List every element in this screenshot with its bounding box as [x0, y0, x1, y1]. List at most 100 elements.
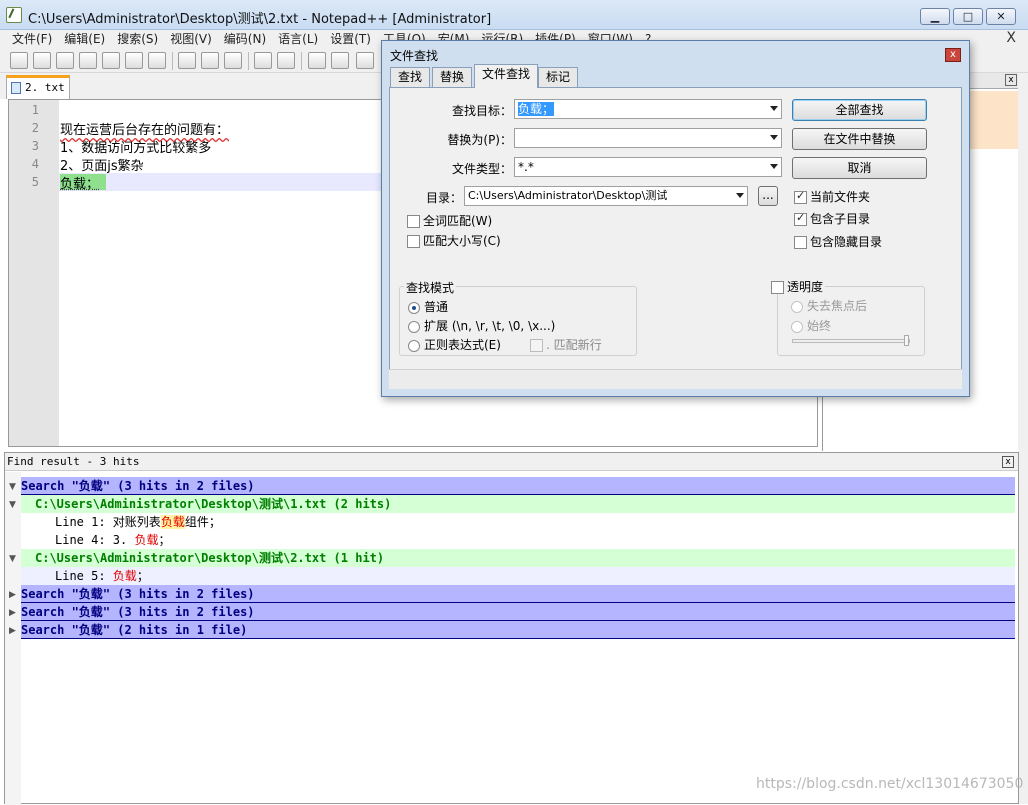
checkbox-unchecked-icon	[530, 339, 543, 352]
menu-close-icon[interactable]: X	[1006, 30, 1016, 46]
new-file-icon[interactable]	[10, 52, 28, 69]
save-icon[interactable]	[56, 52, 74, 69]
open-file-icon[interactable]	[33, 52, 51, 69]
hit-text: ；	[158, 533, 171, 547]
collapse-icon[interactable]: ▼	[9, 500, 16, 510]
find-all-button[interactable]: 全部查找	[792, 99, 927, 121]
hit-line[interactable]: Line 1: 对账列表负载组件；	[21, 513, 1015, 531]
search-result-header[interactable]: Search "负载" (3 hits in 2 files)	[21, 477, 1015, 495]
search-prefix: Search "	[21, 479, 79, 493]
hit-line[interactable]: Line 4: 3. 负载；	[21, 531, 1015, 549]
hit-term: 负载	[134, 533, 159, 547]
close-icon[interactable]: x	[1005, 74, 1017, 86]
tab-find[interactable]: 查找	[390, 67, 431, 87]
hidden-folders-checkbox[interactable]: 包含隐藏目录	[794, 235, 882, 249]
directory-combobox[interactable]: C:\Users\Administrator\Desktop\测试	[464, 186, 748, 206]
maximize-button[interactable]: □	[953, 8, 983, 25]
menu-view[interactable]: 视图(V)	[164, 30, 218, 49]
file-result-header[interactable]: C:\Users\Administrator\Desktop\测试\2.txt …	[21, 549, 1015, 567]
collapse-icon[interactable]: ▼	[9, 482, 16, 492]
cut-icon[interactable]	[178, 52, 196, 69]
close-window-button[interactable]: ✕	[986, 8, 1016, 25]
find-results-header: Find result - 3 hits	[5, 453, 1018, 471]
print-icon[interactable]	[148, 52, 166, 69]
radio-unselected-icon	[791, 300, 803, 313]
search-result-header[interactable]: Search "负载" (2 hits in 1 file)	[21, 621, 1015, 639]
radio-unselected-icon	[408, 339, 420, 352]
checkbox-unchecked-icon	[407, 215, 420, 228]
find-what-combobox[interactable]: 负载；	[514, 99, 782, 119]
menu-file[interactable]: 文件(F)	[6, 30, 58, 49]
transparency-slider-track[interactable]	[792, 339, 910, 343]
cancel-button[interactable]: 取消	[792, 157, 927, 179]
transparency-checkbox[interactable]: 透明度	[771, 280, 826, 294]
directory-value: C:\Users\Administrator\Desktop\测试	[468, 189, 668, 202]
match-case-checkbox[interactable]: 匹配大小写(C)	[407, 234, 501, 248]
expand-icon[interactable]: ▶	[9, 590, 16, 600]
hit-text: ；	[136, 569, 149, 583]
search-term: 负载	[78, 587, 103, 601]
transparency-slider-thumb[interactable]	[904, 335, 909, 346]
minimize-button[interactable]: ▁	[920, 8, 950, 25]
save-all-icon[interactable]	[79, 52, 97, 69]
search-term: 负载	[78, 623, 103, 637]
tab-2-txt[interactable]: 2. txt	[6, 75, 70, 99]
tab-label: 2. txt	[25, 81, 65, 94]
menu-settings[interactable]: 设置(T)	[324, 30, 377, 49]
search-result-header[interactable]: Search "负载" (3 hits in 2 files)	[21, 585, 1015, 603]
dot-matches-newline-checkbox[interactable]: . 匹配新行	[530, 338, 602, 352]
zoom-icon[interactable]	[356, 52, 374, 69]
filters-label: 文件类型：	[451, 162, 512, 176]
chevron-down-icon[interactable]	[770, 106, 778, 111]
subfolders-checkbox[interactable]: 包含子目录	[794, 211, 871, 226]
tab-replace[interactable]: 替换	[432, 67, 473, 87]
chevron-down-icon[interactable]	[736, 193, 744, 198]
close-file-icon[interactable]	[102, 52, 120, 69]
line-number: 2	[31, 121, 39, 135]
dialog-close-button[interactable]: x	[945, 48, 961, 62]
browse-button[interactable]: ...	[758, 186, 778, 206]
expand-icon[interactable]: ▶	[9, 608, 16, 618]
tab-mark[interactable]: 标记	[538, 67, 579, 87]
find-icon[interactable]	[308, 52, 326, 69]
search-result-header[interactable]: Search "负载" (3 hits in 2 files)	[21, 603, 1015, 621]
replace-with-label: 替换为(P)：	[447, 133, 512, 147]
menu-language[interactable]: 语言(L)	[272, 30, 324, 49]
mode-normal-radio[interactable]: 普通	[408, 300, 448, 314]
checkbox-label: 包含子目录	[810, 212, 871, 226]
filters-combobox[interactable]: *.*	[514, 157, 782, 177]
close-icon[interactable]: x	[1002, 456, 1014, 468]
redo-icon[interactable]	[277, 52, 295, 69]
collapse-icon[interactable]: ▼	[9, 554, 16, 564]
transparency-on-lose-focus-radio[interactable]: 失去焦点后	[791, 299, 867, 313]
close-all-icon[interactable]	[125, 52, 143, 69]
chevron-down-icon[interactable]	[770, 164, 778, 169]
file-dir: 测试	[258, 497, 283, 511]
menu-edit[interactable]: 编辑(E)	[58, 30, 111, 49]
replace-in-files-button[interactable]: 在文件中替换	[792, 128, 927, 150]
copy-icon[interactable]	[201, 52, 219, 69]
expand-icon[interactable]: ▶	[9, 626, 16, 636]
menu-encoding[interactable]: 编码(N)	[218, 30, 272, 49]
replace-with-combobox[interactable]	[514, 128, 782, 148]
checkbox-label: . 匹配新行	[546, 338, 602, 352]
paste-icon[interactable]	[224, 52, 242, 69]
file-result-header[interactable]: C:\Users\Administrator\Desktop\测试\1.txt …	[21, 495, 1015, 513]
hit-line[interactable]: Line 5: 负载；	[21, 567, 1015, 585]
file-path: C:\Users\Administrator\Desktop\	[35, 497, 259, 511]
replace-icon[interactable]	[331, 52, 349, 69]
chevron-down-icon[interactable]	[770, 135, 778, 140]
current-folder-checkbox[interactable]: 当前文件夹	[794, 189, 870, 204]
file-summary: \1.txt (2 hits)	[282, 497, 392, 511]
vertical-scrollbar[interactable]	[1018, 73, 1028, 804]
menu-search[interactable]: 搜索(S)	[111, 30, 164, 49]
hit-text: Line 1: 对账列表	[55, 515, 161, 529]
code-line: 2、页面js繁杂	[60, 159, 144, 174]
transparency-always-radio[interactable]: 始终	[791, 319, 831, 333]
mode-regex-radio[interactable]: 正则表达式(E)	[408, 338, 501, 352]
undo-icon[interactable]	[254, 52, 272, 69]
search-summary: " (2 hits in 1 file)	[102, 623, 248, 637]
tab-find-in-files[interactable]: 文件查找	[474, 64, 539, 88]
whole-word-checkbox[interactable]: 全词匹配(W)	[407, 214, 492, 228]
mode-extended-radio[interactable]: 扩展 (\n, \r, \t, \0, \x...)	[408, 319, 555, 333]
